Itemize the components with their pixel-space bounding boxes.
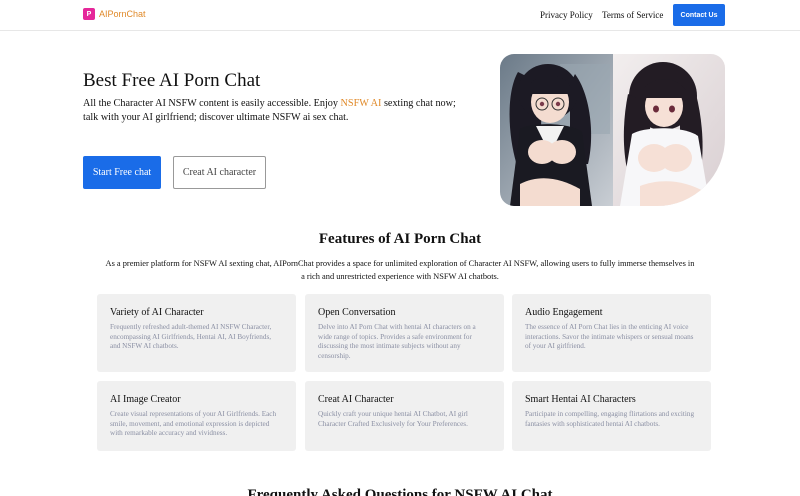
features-title: Features of AI Porn Chat	[318, 231, 482, 247]
feature-card-title: Creat AI Character	[318, 394, 394, 405]
contact-us-button[interactable]: Contact Us	[673, 4, 725, 26]
hero-desc-start: All the Character AI NSFW content is eas…	[83, 98, 341, 109]
feature-card-title: AI Image Creator	[110, 394, 181, 405]
start-free-chat-button[interactable]: Start Free chat	[83, 156, 161, 189]
feature-card: Audio Engagement The essence of AI Porn …	[512, 294, 711, 372]
site-logo[interactable]: P AIPornChat	[83, 8, 146, 20]
nav-privacy-link[interactable]: Privacy Policy	[540, 10, 593, 20]
hero-desc-highlight[interactable]: NSFW AI	[341, 98, 382, 109]
logo-icon: P	[83, 8, 95, 20]
features-subtitle: As a premier platform for NSFW AI sextin…	[105, 259, 695, 281]
feature-card-title: Smart Hentai AI Characters	[525, 394, 636, 405]
feature-card-title: Open Conversation	[318, 307, 396, 318]
feature-card-text: Quickly craft your unique hentai AI Chat…	[318, 410, 468, 428]
feature-card: Open Conversation Delve into AI Porn Cha…	[305, 294, 504, 372]
faq-title: Frequently Asked Questions for NSFW AI C…	[247, 487, 553, 496]
hero-title: Best Free AI Porn Chat	[83, 70, 261, 91]
feature-card: Smart Hentai AI Characters Participate i…	[512, 381, 711, 451]
feature-card: Variety of AI Character Frequently refre…	[97, 294, 296, 372]
feature-card: AI Image Creator Create visual represent…	[97, 381, 296, 451]
feature-card: Creat AI Character Quickly craft your un…	[305, 381, 504, 451]
feature-card-title: Audio Engagement	[525, 307, 603, 318]
hero-image	[500, 54, 725, 206]
logo-text: AIPornChat	[99, 9, 146, 19]
feature-card-title: Variety of AI Character	[110, 307, 204, 318]
feature-card-text: Delve into AI Porn Chat with hentai AI c…	[318, 323, 476, 360]
feature-card-text: The essence of AI Porn Chat lies in the …	[525, 323, 694, 351]
hero-illustration	[500, 54, 725, 206]
hero-description: All the Character AI NSFW content is eas…	[83, 97, 473, 125]
feature-card-text: Frequently refreshed adult-themed AI NSF…	[110, 323, 272, 351]
feature-card-text: Create visual representations of your AI…	[110, 410, 277, 438]
site-header: P AIPornChat Privacy Policy Terms of Ser…	[0, 0, 800, 31]
nav-terms-link[interactable]: Terms of Service	[602, 10, 663, 20]
feature-card-text: Participate in compelling, engaging flir…	[525, 410, 695, 428]
creat-ai-character-button[interactable]: Creat AI character	[173, 156, 266, 189]
